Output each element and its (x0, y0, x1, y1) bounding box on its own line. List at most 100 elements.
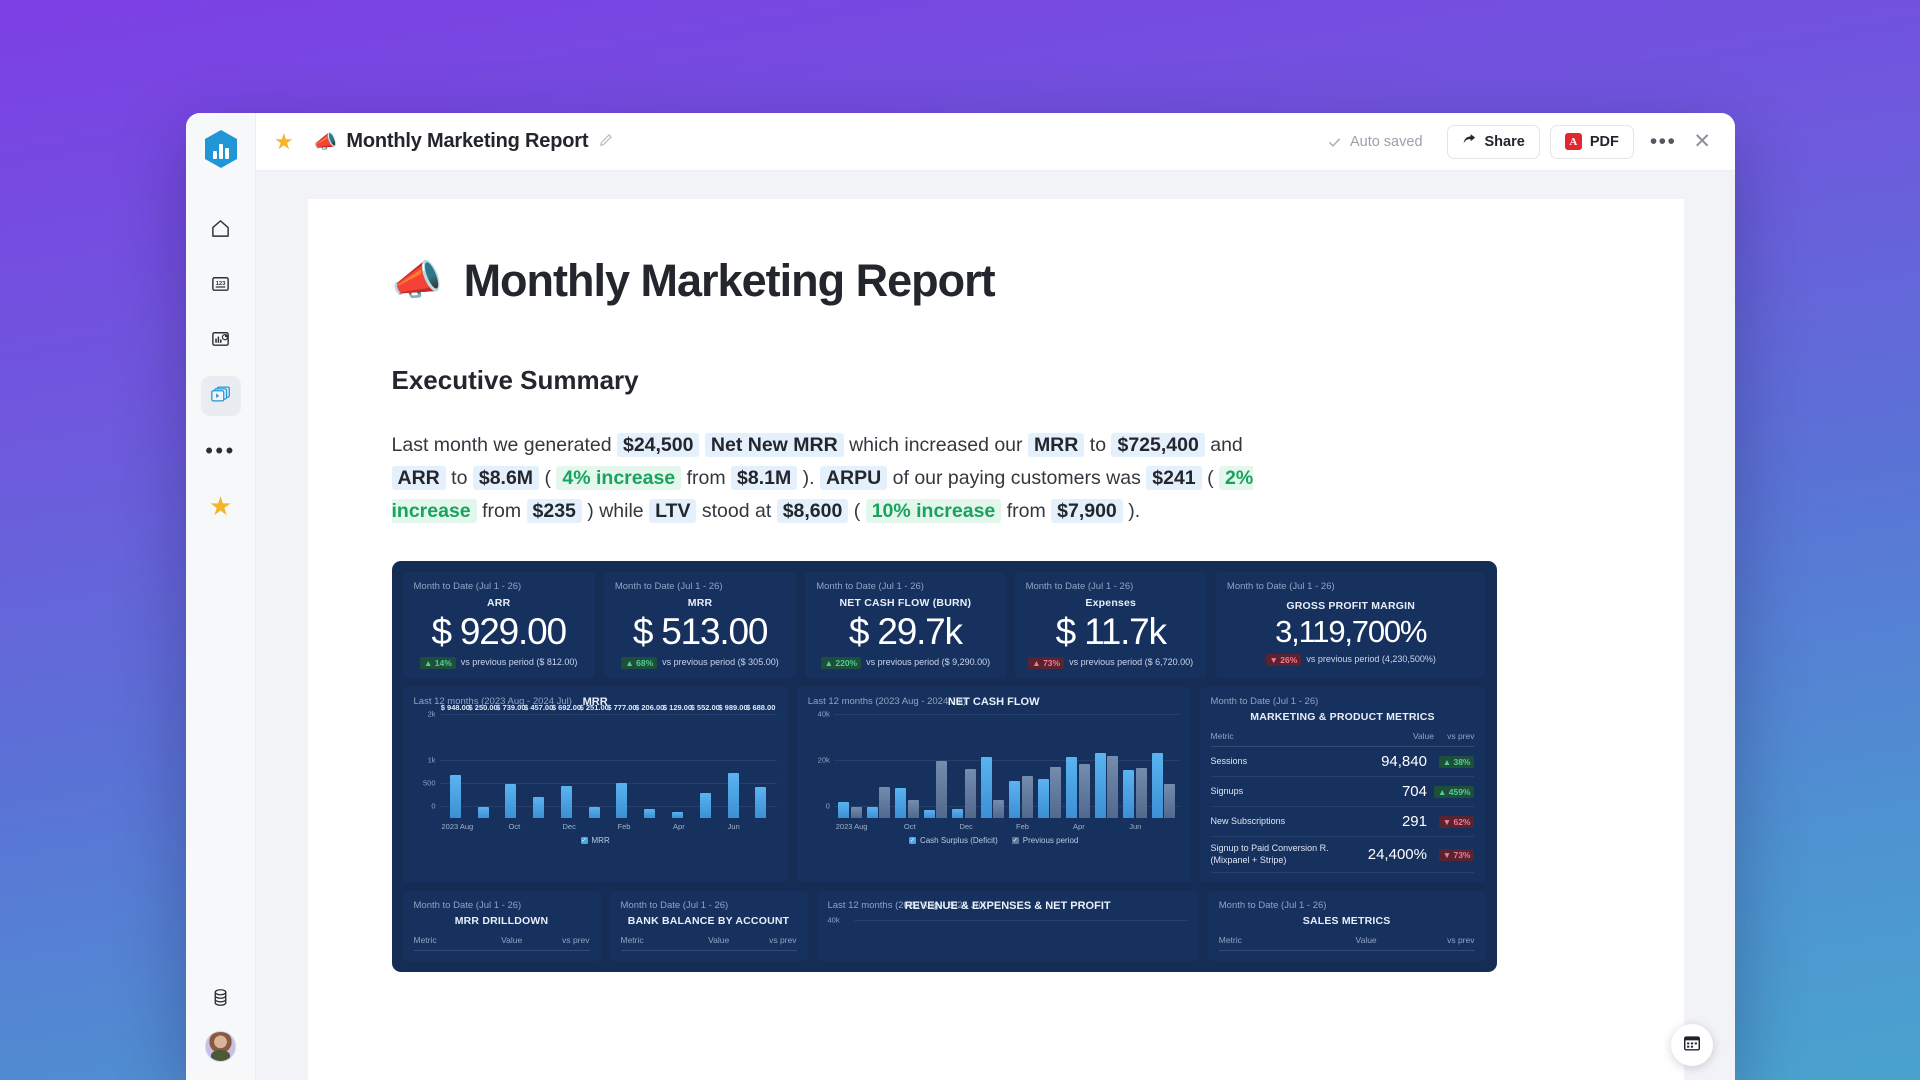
sidebar-item-favorites[interactable]: ★ (201, 486, 241, 526)
bar[interactable] (952, 809, 964, 819)
x-tick-label: Feb (1016, 821, 1029, 831)
document-title: 📣 Monthly Marketing Report (392, 255, 1600, 307)
bar[interactable] (1078, 764, 1090, 819)
bar-group (1035, 714, 1063, 819)
kpi-card[interactable]: Month to Date (Jul 1 - 26) MRR $ 513.00 … (603, 572, 797, 679)
database-icon[interactable] (210, 987, 231, 1013)
bar[interactable] (964, 768, 976, 819)
bar[interactable] (838, 802, 850, 819)
table-row[interactable]: New Subscriptions 291 ▼ 62% (1210, 806, 1475, 838)
bar[interactable] (1094, 752, 1106, 819)
bottom-row: Month to Date (Jul 1 - 26) MRR DRILLDOWN… (402, 890, 1486, 961)
bar[interactable]: $ 251.00 (580, 703, 609, 819)
sidebar-item-reports[interactable] (200, 376, 241, 416)
net-cash-flow-chart-card[interactable]: Last 12 months (2023 Aug - 2024 Jul) NET… (796, 687, 1191, 882)
bar[interactable] (907, 799, 919, 819)
bar[interactable] (936, 760, 948, 819)
calendar-fab-button[interactable] (1671, 1024, 1713, 1066)
bar[interactable] (993, 799, 1005, 819)
document-title-text: Monthly Marketing Report (463, 255, 996, 306)
share-label: Share (1484, 133, 1525, 150)
cell-change: ▲ 459% (1433, 776, 1475, 808)
card-title: SALES METRICS (1302, 914, 1391, 927)
bar[interactable]: $ 206.00 (635, 703, 664, 819)
column-header-metric: Metric (413, 931, 471, 951)
calendar-icon (1682, 1033, 1702, 1058)
legend-item[interactable]: ✓ Previous period (1011, 836, 1078, 845)
close-icon[interactable]: ✕ (1693, 129, 1711, 154)
sidebar-item-dashboards[interactable] (201, 321, 241, 361)
bar[interactable]: $ 692.00 (552, 703, 581, 819)
bar[interactable]: $ 250.00 (469, 703, 498, 819)
mrr-drilldown-card[interactable]: Month to Date (Jul 1 - 26) MRR DRILLDOWN… (402, 890, 601, 961)
bar[interactable] (879, 787, 891, 819)
bar[interactable] (1066, 757, 1078, 819)
avatar[interactable] (205, 1031, 236, 1062)
sidebar-item-home[interactable] (201, 211, 241, 251)
table-row[interactable]: Sessions 94,840 ▲ 38% (1210, 746, 1475, 778)
bar[interactable] (1021, 775, 1033, 819)
share-button[interactable]: Share (1446, 124, 1540, 159)
table-header-row: Metric Value vs prev (620, 931, 797, 951)
kpi-card[interactable]: Month to Date (Jul 1 - 26) NET CASH FLOW… (805, 572, 1006, 679)
bar[interactable] (895, 788, 907, 819)
bar[interactable] (1151, 752, 1163, 819)
legend-item[interactable]: ✓ Cash Surplus (Deficit) (908, 836, 998, 845)
sidebar-item-metrics[interactable]: 123 (201, 266, 241, 306)
table-row[interactable]: Signup to Paid Conversion R. (Mixpanel +… (1210, 836, 1475, 873)
more-options-icon[interactable]: ••• (1650, 131, 1677, 152)
cell-value: 291 (1353, 806, 1434, 838)
mrr-chart-card[interactable]: Last 12 months (2023 Aug - 2024 Jul) MRR… (402, 687, 788, 882)
bar[interactable] (1135, 767, 1147, 819)
bar[interactable] (1037, 779, 1049, 819)
bar[interactable]: $ 948.00 (441, 703, 470, 819)
legend-item[interactable]: ✓ MRR (580, 836, 610, 845)
metric-arpu-amount: $241 (1146, 465, 1202, 490)
document-canvas: 📣 Monthly Marketing Report Executive Sum… (256, 171, 1735, 1080)
bar[interactable] (1009, 781, 1021, 819)
bar[interactable] (1050, 766, 1062, 819)
kpi-period: Month to Date (Jul 1 - 26) (816, 581, 924, 593)
kpi-change-badge: ▼ 26% (1265, 653, 1302, 666)
sales-metrics-card[interactable]: Month to Date (Jul 1 - 26) SALES METRICS… (1207, 890, 1486, 961)
bar[interactable]: $ 777.00 (607, 703, 637, 819)
bar[interactable] (850, 806, 862, 819)
pencil-icon[interactable] (599, 133, 613, 150)
kpi-card[interactable]: Month to Date (Jul 1 - 26) GROSS PROFIT … (1215, 572, 1486, 679)
bar[interactable] (1123, 769, 1135, 819)
bar[interactable]: $ 739.00 (496, 703, 526, 819)
cell-value: 24,400% (1353, 836, 1434, 873)
bar[interactable] (1164, 783, 1176, 819)
table-row[interactable]: Signups 704 ▲ 459% (1210, 776, 1475, 808)
bar[interactable]: $ 457.00 (524, 703, 553, 819)
bar[interactable] (866, 806, 878, 819)
sidebar-item-more[interactable]: ••• (201, 431, 241, 471)
pdf-button[interactable]: A PDF (1549, 124, 1634, 159)
kpi-comparison: ▲ 68% vs previous period ($ 305.00) (615, 656, 785, 669)
star-icon: ★ (208, 490, 233, 521)
kpi-value: $ 513.00 (632, 610, 769, 652)
kpi-card[interactable]: Month to Date (Jul 1 - 26) ARR $ 929.00 … (402, 572, 595, 679)
embedded-dashboard[interactable]: Month to Date (Jul 1 - 26) ARR $ 929.00 … (391, 561, 1497, 972)
metric-arr-change: 4% increase (556, 465, 682, 490)
kpi-card[interactable]: Month to Date (Jul 1 - 26) Expenses $ 11… (1014, 572, 1207, 679)
slideshow-icon (210, 383, 232, 409)
bar[interactable]: $ 989.00 (718, 703, 748, 819)
kpi-value: $ 929.00 (431, 610, 567, 652)
bank-balance-card[interactable]: Month to Date (Jul 1 - 26) BANK BALANCE … (609, 890, 808, 961)
cell-value: 94,840 (1353, 746, 1434, 778)
bar[interactable] (980, 757, 992, 819)
bar[interactable] (1107, 756, 1119, 819)
x-axis: 2023 Aug Oct Dec Feb Apr Jun (442, 818, 775, 834)
revenue-expenses-chart-card[interactable]: Last 12 months (2023 Aug - 2024 Jul) REV… (816, 890, 1199, 961)
page-title: Monthly Marketing Report (346, 130, 589, 152)
hexagon-bar-chart-logo[interactable] (202, 129, 240, 169)
document-emoji-icon[interactable]: 📣 (314, 130, 338, 154)
bar[interactable]: $ 688.00 (746, 703, 775, 819)
change-badge: ▼ 73% (1438, 848, 1475, 861)
marketing-metrics-card[interactable]: Month to Date (Jul 1 - 26) MARKETING & P… (1199, 687, 1486, 882)
favorite-star-icon[interactable]: ★ (274, 129, 294, 155)
bar[interactable]: $ 552.00 (691, 703, 720, 819)
change-badge: ▼ 62% (1438, 815, 1475, 828)
bar[interactable] (923, 810, 935, 819)
